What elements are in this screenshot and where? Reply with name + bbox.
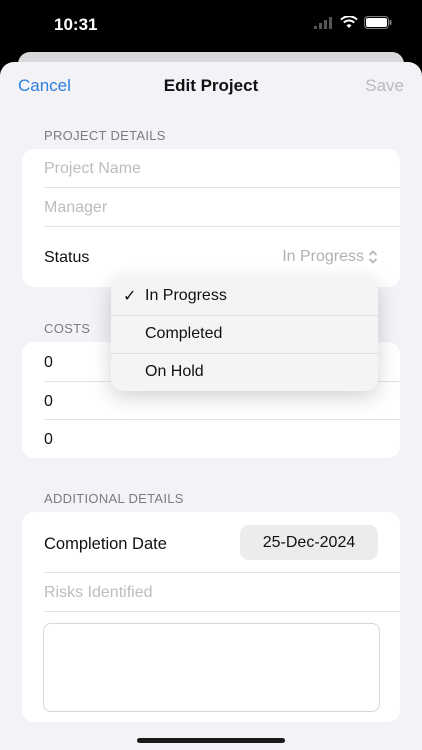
page-title: Edit Project: [163, 76, 259, 95]
risks-field[interactable]: Risks Identified: [44, 584, 153, 602]
divider: [44, 187, 400, 188]
completion-date-label: Completion Date: [44, 535, 167, 553]
cost-field-2[interactable]: 0: [44, 393, 53, 411]
menu-item-label: On Hold: [145, 363, 204, 380]
section-header-costs: COSTS: [44, 321, 91, 336]
menu-item-on-hold[interactable]: On Hold: [111, 353, 378, 391]
menu-item-label: In Progress: [145, 287, 227, 304]
project-name-field[interactable]: Project Name: [44, 160, 141, 178]
cost-field-3[interactable]: 0: [44, 431, 53, 449]
status-menu: ✓ In Progress Completed On Hold: [111, 277, 378, 391]
status-label: Status: [44, 249, 90, 266]
divider: [44, 611, 400, 612]
section-header-additional-details: ADDITIONAL DETAILS: [44, 491, 184, 506]
status-icons: [314, 16, 392, 29]
status-picker-value: In Progress: [282, 248, 364, 265]
section-header-project-details: PROJECT DETAILS: [44, 128, 166, 143]
home-indicator[interactable]: [137, 738, 285, 743]
manager-field[interactable]: Manager: [44, 199, 107, 217]
divider: [44, 572, 400, 573]
chevron-up-down-icon: [368, 250, 378, 264]
menu-item-in-progress[interactable]: ✓ In Progress: [111, 277, 378, 315]
menu-item-completed[interactable]: Completed: [111, 315, 378, 353]
menu-item-label: Completed: [145, 325, 223, 342]
divider: [44, 226, 400, 227]
cost-field-1[interactable]: 0: [44, 354, 53, 372]
save-button[interactable]: Save: [365, 76, 404, 96]
battery-icon: [364, 16, 392, 29]
status-picker[interactable]: In Progress: [282, 248, 378, 266]
completion-date-picker[interactable]: 25-Dec-2024: [240, 525, 378, 560]
signal-icon: [314, 16, 332, 29]
divider: [44, 419, 400, 420]
checkmark-icon: ✓: [123, 288, 137, 305]
wifi-icon: [340, 16, 358, 28]
notes-textarea[interactable]: [43, 623, 380, 712]
status-time: 10:31: [54, 15, 98, 34]
